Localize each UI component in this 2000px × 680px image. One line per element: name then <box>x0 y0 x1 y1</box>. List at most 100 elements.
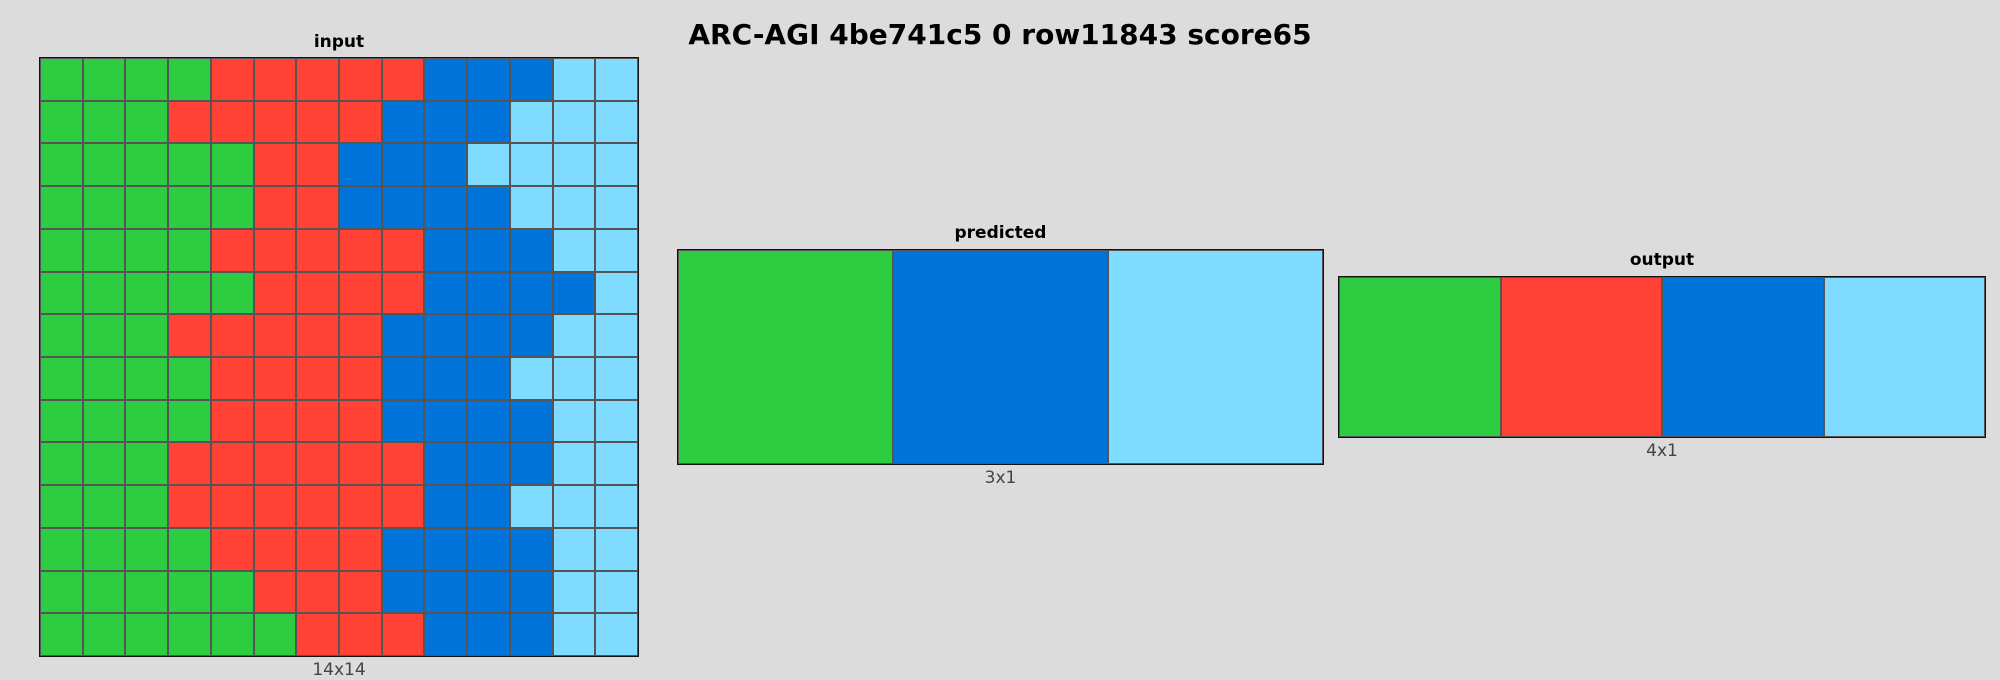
predicted-panel: predicted 3x1 <box>677 0 1324 671</box>
input-cell-r4-c5 <box>253 228 297 272</box>
input-cell-r12-c6 <box>296 570 339 614</box>
input-cell-r7-c3 <box>168 357 211 400</box>
input-cell-r11-c3 <box>168 527 211 571</box>
input-cell-r11-c10 <box>467 527 510 571</box>
input-cell-r6-c0 <box>40 314 83 357</box>
input-cell-r12-c5 <box>253 570 297 614</box>
input-cell-r5-c8 <box>381 271 425 315</box>
input-cell-r8-c3 <box>168 399 211 443</box>
input-cell-r8-c10 <box>467 399 510 443</box>
input-cell-r13-c3 <box>168 613 211 656</box>
input-cell-r7-c2 <box>125 357 169 400</box>
input-cell-r12-c2 <box>125 570 169 614</box>
output-panel-title: output <box>1629 250 1695 270</box>
input-cell-r8-c8 <box>381 399 425 443</box>
output-cell-r0-c1 <box>1500 277 1662 437</box>
input-cell-r1-c13 <box>595 100 638 144</box>
input-cell-r2-c6 <box>296 143 339 187</box>
input-cell-r9-c10 <box>467 442 510 486</box>
input-cell-r5-c7 <box>339 271 382 315</box>
input-cell-r12-c9 <box>424 570 468 614</box>
input-cell-r13-c2 <box>125 613 169 656</box>
input-cell-r5-c0 <box>40 271 83 315</box>
input-cell-r2-c13 <box>595 143 638 187</box>
input-cell-r9-c6 <box>296 442 339 486</box>
input-cell-r2-c3 <box>168 143 211 187</box>
predicted-cell-r0-c1 <box>893 250 1108 464</box>
output-cell-r0-c3 <box>1823 277 1985 437</box>
input-cell-r13-c10 <box>467 613 510 656</box>
input-cell-r13-c13 <box>595 613 638 656</box>
input-cell-r6-c2 <box>125 314 169 357</box>
input-cell-r6-c3 <box>168 314 211 357</box>
input-cell-r1-c4 <box>210 100 254 144</box>
input-cell-r7-c6 <box>296 357 339 400</box>
input-cell-r10-c11 <box>509 485 553 528</box>
input-cell-r6-c1 <box>82 314 126 357</box>
input-cell-r13-c9 <box>424 613 468 656</box>
input-cell-r8-c4 <box>210 399 254 443</box>
input-cell-r10-c9 <box>424 485 468 528</box>
input-cell-r0-c0 <box>40 58 83 101</box>
input-cell-r11-c0 <box>40 527 83 571</box>
input-cell-r8-c6 <box>296 399 339 443</box>
input-cell-r2-c7 <box>339 143 382 187</box>
input-cell-r0-c9 <box>424 58 468 101</box>
input-cell-r0-c3 <box>168 58 211 101</box>
input-cell-r1-c11 <box>509 100 553 144</box>
input-cell-r12-c4 <box>210 570 254 614</box>
input-cell-r9-c3 <box>168 442 211 486</box>
input-cell-r9-c9 <box>424 442 468 486</box>
input-cell-r4-c2 <box>125 228 169 272</box>
input-cell-r3-c4 <box>210 186 254 229</box>
input-grid <box>39 57 639 657</box>
input-cell-r3-c13 <box>595 186 638 229</box>
input-cell-r7-c5 <box>253 357 297 400</box>
input-cell-r12-c3 <box>168 570 211 614</box>
input-cell-r3-c5 <box>253 186 297 229</box>
input-cell-r13-c6 <box>296 613 339 656</box>
input-cell-r6-c7 <box>339 314 382 357</box>
input-cell-r0-c11 <box>509 58 553 101</box>
predicted-size-caption: 3x1 <box>984 468 1017 488</box>
input-cell-r1-c9 <box>424 100 468 144</box>
input-cell-r10-c13 <box>595 485 638 528</box>
input-cell-r2-c10 <box>467 143 510 187</box>
input-cell-r6-c9 <box>424 314 468 357</box>
input-cell-r11-c2 <box>125 527 169 571</box>
input-panel-title: input <box>313 32 365 52</box>
input-cell-r0-c2 <box>125 58 169 101</box>
input-cell-r2-c2 <box>125 143 169 187</box>
input-cell-r7-c10 <box>467 357 510 400</box>
input-cell-r5-c12 <box>552 271 596 315</box>
input-cell-r4-c13 <box>595 228 638 272</box>
input-cell-r0-c12 <box>552 58 596 101</box>
output-cell-r0-c2 <box>1662 277 1824 437</box>
input-cell-r1-c6 <box>296 100 339 144</box>
input-cell-r11-c5 <box>253 527 297 571</box>
input-cell-r9-c13 <box>595 442 638 486</box>
output-panel: output 4x1 <box>1338 0 1986 671</box>
input-cell-r8-c13 <box>595 399 638 443</box>
input-cell-r12-c11 <box>509 570 553 614</box>
input-cell-r9-c1 <box>82 442 126 486</box>
input-cell-r8-c7 <box>339 399 382 443</box>
input-cell-r1-c5 <box>253 100 297 144</box>
input-cell-r4-c11 <box>509 228 553 272</box>
input-cell-r3-c3 <box>168 186 211 229</box>
input-cell-r2-c4 <box>210 143 254 187</box>
input-cell-r7-c11 <box>509 357 553 400</box>
predicted-grid <box>677 249 1324 465</box>
output-cell-r0-c0 <box>1339 277 1501 437</box>
input-cell-r3-c9 <box>424 186 468 229</box>
input-cell-r1-c3 <box>168 100 211 144</box>
input-cell-r3-c0 <box>40 186 83 229</box>
input-cell-r4-c1 <box>82 228 126 272</box>
input-cell-r2-c11 <box>509 143 553 187</box>
input-cell-r9-c8 <box>381 442 425 486</box>
input-cell-r4-c9 <box>424 228 468 272</box>
input-cell-r12-c10 <box>467 570 510 614</box>
input-cell-r1-c8 <box>381 100 425 144</box>
input-cell-r12-c0 <box>40 570 83 614</box>
input-cell-r5-c9 <box>424 271 468 315</box>
